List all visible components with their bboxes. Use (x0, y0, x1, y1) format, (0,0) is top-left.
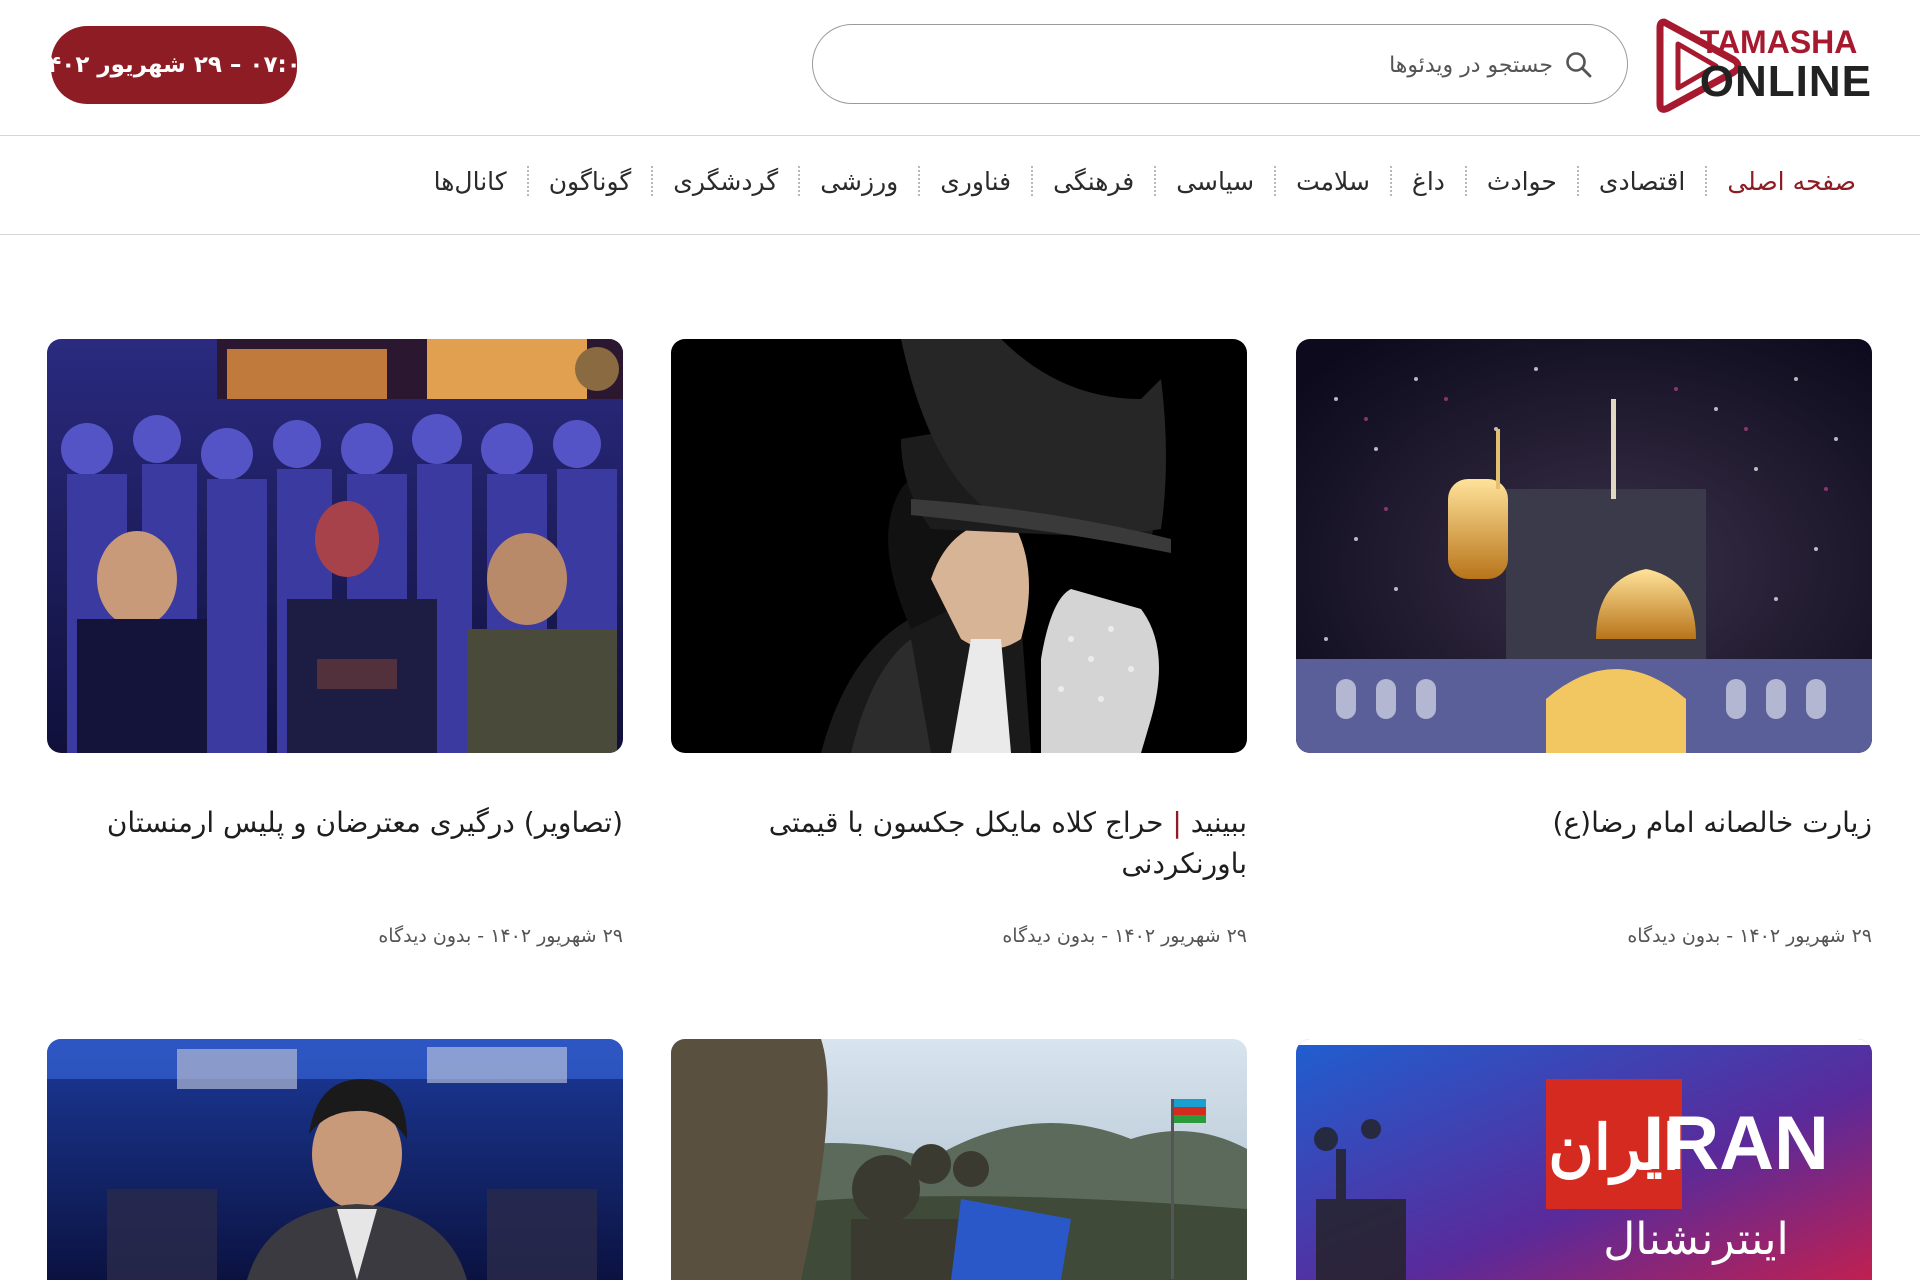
video-thumbnail[interactable] (47, 1039, 623, 1280)
nav-link[interactable]: سیاسی (1162, 167, 1268, 196)
crowd-photo (47, 339, 623, 753)
video-title[interactable]: (تصاویر) درگیری معترضان و پلیس ارمنستان (47, 803, 623, 899)
nav-item[interactable]: سلامت (1268, 166, 1384, 196)
nav-link[interactable]: داغ (1398, 167, 1459, 196)
search-box[interactable] (812, 24, 1628, 104)
video-card[interactable]: زیارت خالصانه امام رضا(ع) ۲۹ شهریور ۱۴۰۲… (1296, 339, 1872, 947)
nav-separator (1576, 166, 1579, 196)
nav-item[interactable]: گردشگری (645, 166, 792, 196)
nav-separator (651, 166, 654, 196)
site-header: TAMASHA ONLINE ۰۷:۰۶ – ۲۹ شهریور ۱۴۰۲ (0, 0, 1920, 136)
site-logo[interactable]: TAMASHA ONLINE (1654, 14, 1872, 116)
nav-separator (1154, 166, 1157, 196)
nav-link[interactable]: صفحه اصلی (1713, 167, 1870, 196)
main-navigation: صفحه اصلی اقتصادی حوادث داغ سلامت سیاسی فرهنگی… (0, 136, 1920, 235)
logo-line-2: ONLINE (1699, 57, 1872, 106)
iran-logo-sub: اینترنشنال (1603, 1214, 1788, 1265)
video-thumbnail[interactable] (47, 339, 623, 753)
nav-separator (918, 166, 921, 196)
video-thumbnail[interactable] (671, 339, 1247, 753)
logo-wordmark: TAMASHA ONLINE (1700, 26, 1872, 104)
shrine-photo (1296, 339, 1872, 753)
nav-separator (1274, 166, 1277, 196)
nav-separator (798, 166, 801, 196)
nav-item[interactable]: فرهنگی (1025, 166, 1148, 196)
tv-host-photo (47, 1039, 623, 1280)
nav-item[interactable]: حوادث (1459, 166, 1571, 196)
performer-photo (671, 339, 1247, 753)
nav-item[interactable]: اقتصادی (1571, 166, 1699, 196)
video-card[interactable] (47, 1039, 623, 1280)
video-card[interactable]: (تصاویر) درگیری معترضان و پلیس ارمنستان … (47, 339, 623, 947)
video-title-text[interactable]: زیارت خالصانه امام رضا(ع) (1553, 806, 1872, 839)
video-meta: ۲۹ شهریور ۱۴۰۲ - بدون دیدگاه (1002, 925, 1247, 947)
tv-studio-photo: ایران IRAN اینترنشنال (1296, 1039, 1872, 1280)
nav-item[interactable]: کانال‌ها (420, 167, 521, 196)
video-grid: زیارت خالصانه امام رضا(ع) ۲۹ شهریور ۱۴۰۲… (0, 234, 1920, 1280)
video-meta: ۲۹ شهریور ۱۴۰۲ - بدون دیدگاه (378, 925, 623, 947)
nav-separator (1031, 166, 1034, 196)
video-title[interactable]: ببینید | حراج کلاه مایکل جکسون با قیمتی … (671, 803, 1247, 899)
title-separator: | (1163, 806, 1191, 839)
video-card[interactable]: ایران IRAN اینترنشنال (1296, 1039, 1872, 1280)
nav-separator (526, 166, 529, 196)
nav-link[interactable]: فناوری (926, 167, 1025, 196)
nav-separator (1464, 166, 1467, 196)
nav-link[interactable]: گوناگون (535, 167, 646, 196)
search-icon[interactable] (1565, 51, 1593, 79)
iran-logo-latin: IRAN (1643, 1101, 1829, 1186)
soldiers-photo (671, 1039, 1247, 1280)
nav-link[interactable]: گردشگری (659, 167, 792, 196)
video-thumbnail[interactable]: ایران IRAN اینترنشنال (1296, 1039, 1872, 1280)
search-input[interactable] (951, 43, 1555, 87)
video-card[interactable]: ببینید | حراج کلاه مایکل جکسون با قیمتی … (671, 339, 1247, 947)
nav-item[interactable]: صفحه اصلی (1699, 166, 1870, 196)
video-thumbnail[interactable] (671, 1039, 1247, 1280)
logo-line-1: TAMASHA (1699, 24, 1858, 60)
nav-item[interactable]: سیاسی (1148, 166, 1268, 196)
nav-separator (1389, 166, 1392, 196)
date-time-badge: ۰۷:۰۶ – ۲۹ شهریور ۱۴۰۲ (33, 26, 315, 104)
nav-link[interactable]: اقتصادی (1585, 167, 1699, 196)
nav-link[interactable]: سلامت (1282, 167, 1384, 196)
video-title[interactable]: زیارت خالصانه امام رضا(ع) (1296, 803, 1872, 899)
video-card[interactable] (671, 1039, 1247, 1280)
video-meta: ۲۹ شهریور ۱۴۰۲ - بدون دیدگاه (1627, 925, 1872, 947)
nav-link[interactable]: کانال‌ها (420, 167, 521, 196)
video-title-text[interactable]: (تصاویر) درگیری معترضان و پلیس ارمنستان (107, 806, 623, 839)
nav-link[interactable]: فرهنگی (1039, 167, 1148, 196)
nav-list: صفحه اصلی اقتصادی حوادث داغ سلامت سیاسی فرهنگی… (420, 166, 1870, 196)
nav-item[interactable]: داغ (1384, 166, 1459, 196)
nav-item[interactable]: گوناگون (521, 166, 646, 196)
video-thumbnail[interactable] (1296, 339, 1872, 753)
video-title-prefix[interactable]: ببینید (1191, 806, 1247, 839)
nav-link[interactable]: حوادث (1473, 167, 1571, 196)
nav-link[interactable]: ورزشی (806, 167, 912, 196)
nav-separator (1705, 166, 1708, 196)
nav-item[interactable]: فناوری (912, 166, 1025, 196)
nav-item[interactable]: ورزشی (792, 166, 912, 196)
